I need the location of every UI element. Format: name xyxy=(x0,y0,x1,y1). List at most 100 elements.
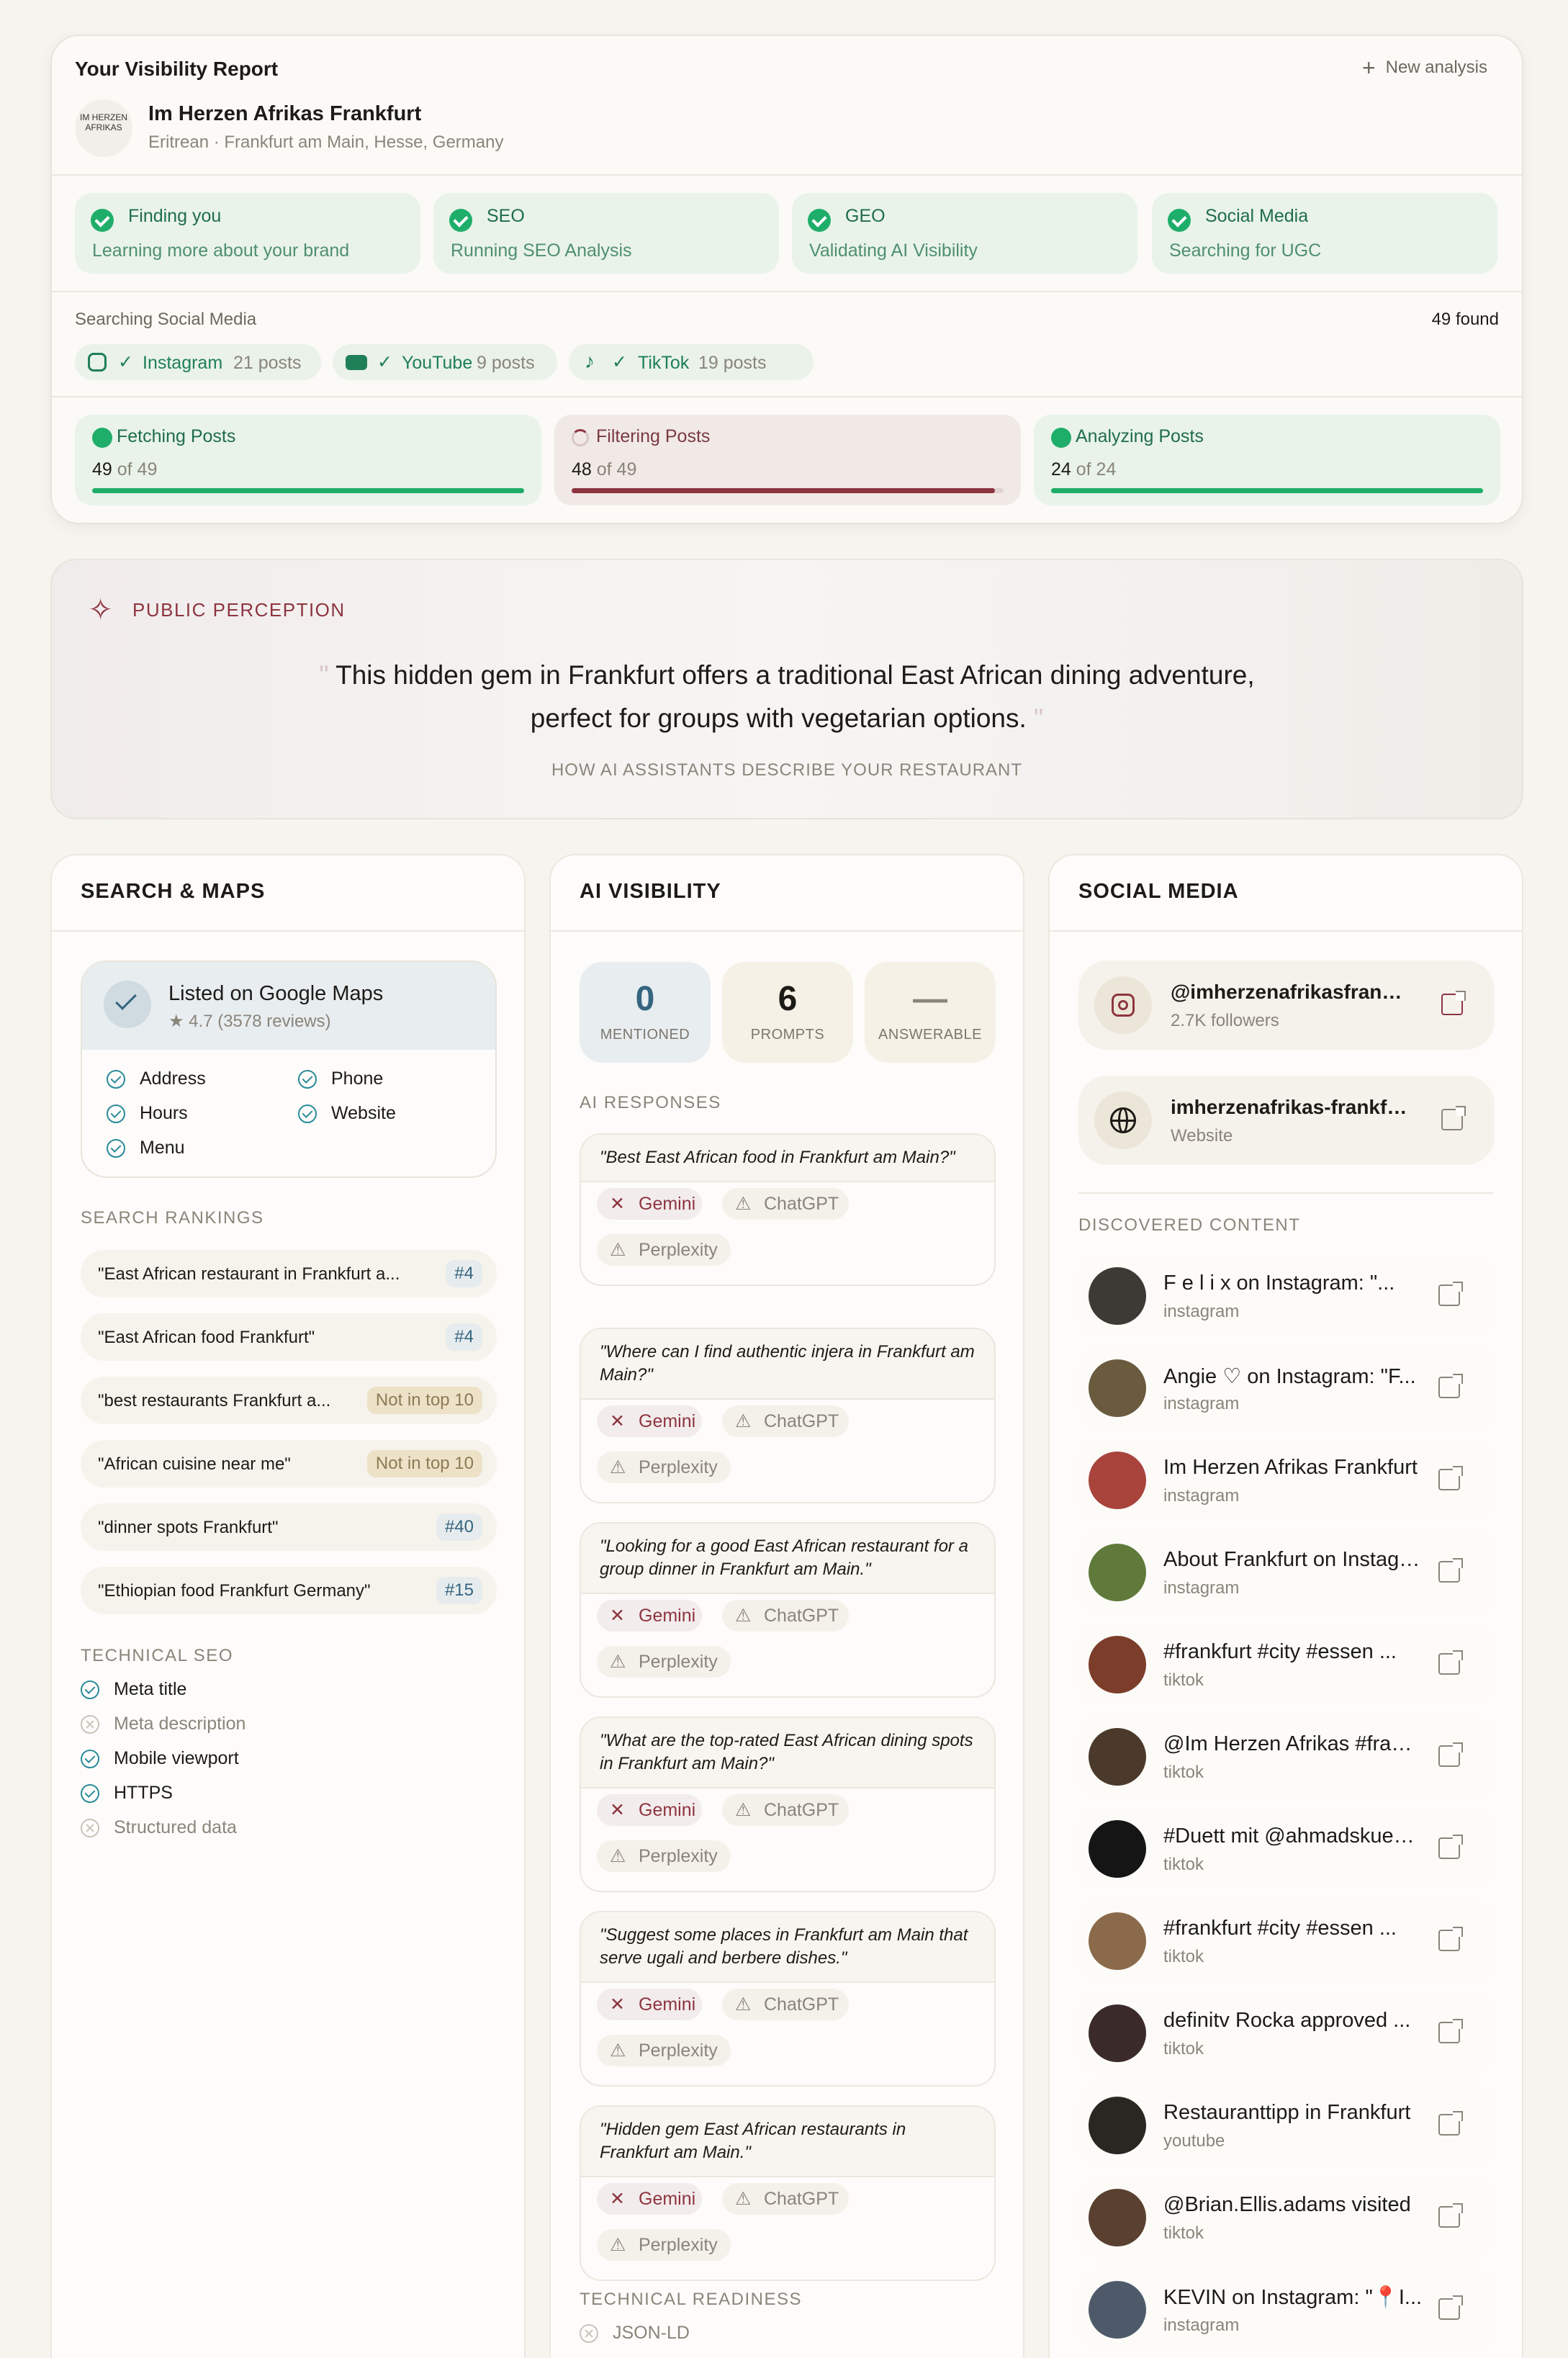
engine-label: Gemini xyxy=(639,1194,696,1214)
ai-response-card[interactable]: "Looking for a good East African restaur… xyxy=(580,1522,996,1698)
content-title: Angie ♡ on Instagram: "F... xyxy=(1163,1365,1416,1388)
ranking-row[interactable]: "East African food Frankfurt" #4 xyxy=(81,1313,497,1361)
maps-item-website: Website xyxy=(331,1103,396,1123)
external-link-icon[interactable] xyxy=(1438,1927,1463,1951)
x-icon: ✕ xyxy=(610,2189,625,2209)
discovered-item[interactable]: Im Herzen Afrikas Frankfurt instagram xyxy=(1078,1440,1495,1521)
progress-total: of 49 xyxy=(596,459,637,480)
external-link-icon[interactable] xyxy=(1441,991,1466,1015)
progress-total: of 24 xyxy=(1076,459,1117,480)
discovered-item[interactable]: KEVIN on Instagram: "📍I... instagram xyxy=(1078,2269,1495,2350)
external-link-icon[interactable] xyxy=(1438,2019,1463,2043)
external-link-icon[interactable] xyxy=(1438,2203,1463,2228)
step-geo: GEO Validating AI Visibility xyxy=(792,193,1137,274)
check-circle-icon xyxy=(81,1750,99,1768)
discovered-item[interactable]: Angie ♡ on Instagram: "F... instagram xyxy=(1078,1348,1495,1428)
ranking-row[interactable]: "best restaurants Frankfurt a... Not in t… xyxy=(81,1377,497,1424)
google-maps-card[interactable]: Listed on Google Maps ★ 4.7 (3578 review… xyxy=(81,960,497,1178)
divider xyxy=(52,396,1522,397)
check-icon xyxy=(92,428,112,448)
content-source: instagram xyxy=(1163,1394,1240,1413)
discovered-item[interactable]: Restauranttipp in Frankfurt youtube xyxy=(1078,2085,1495,2166)
engine-chip: ⚠ ChatGPT xyxy=(722,1600,849,1632)
content-thumbnail xyxy=(1089,2281,1146,2339)
discovered-item[interactable]: About Frankfurt on Instagram instagram xyxy=(1078,1532,1495,1613)
rank-badge: #40 xyxy=(436,1513,482,1541)
discovered-item[interactable]: @Brian.Ellis.adams visited tiktok xyxy=(1078,2177,1495,2258)
check-icon: ✓ xyxy=(612,352,627,372)
ranking-query: "African cuisine near me" xyxy=(98,1454,291,1474)
check-icon xyxy=(449,209,472,232)
platform-youtube[interactable]: ✓ YouTube 9 posts xyxy=(333,344,557,380)
ai-response-card[interactable]: "Hidden gem East African restaurants in … xyxy=(580,2105,996,2281)
discovered-content-label: DISCOVERED CONTENT xyxy=(1078,1215,1301,1235)
ranking-row[interactable]: "East African restaurant in Frankfurt a.… xyxy=(81,1250,497,1297)
warning-icon: ⚠ xyxy=(735,1194,752,1214)
x-circle-icon xyxy=(81,1819,99,1837)
divider xyxy=(1078,1192,1493,1194)
warning-icon: ⚠ xyxy=(610,1240,626,1260)
engine-chip: ⚠ Perplexity xyxy=(597,1840,731,1872)
ai-response-card[interactable]: "What are the top-rated East African din… xyxy=(580,1716,996,1892)
engine-chip: ⚠ ChatGPT xyxy=(722,1405,849,1437)
discovered-item[interactable]: definitv Rocka approved ... tiktok xyxy=(1078,1993,1495,2074)
step-subtitle: Running SEO Analysis xyxy=(451,240,632,261)
perception-quote: " This hidden gem in Frankfurt offers a … xyxy=(52,654,1522,740)
stat-value: — xyxy=(913,980,947,1018)
external-link-icon[interactable] xyxy=(1438,2295,1463,2320)
column-heading: AI VISIBILITY xyxy=(580,880,721,903)
external-link-icon[interactable] xyxy=(1438,1835,1463,1859)
account-sub: 2.7K followers xyxy=(1171,1011,1279,1030)
platform-name: YouTube xyxy=(402,353,473,373)
account-instagram[interactable]: @imherzenafrikasfrankfurt 2.7K followers xyxy=(1078,960,1495,1050)
divider xyxy=(1050,930,1522,932)
warning-icon: ⚠ xyxy=(735,1606,752,1626)
check-icon xyxy=(808,209,831,232)
stat-value: 6 xyxy=(778,980,798,1018)
check-circle-icon xyxy=(107,1139,125,1158)
instagram-icon xyxy=(88,353,107,372)
tech-item: Meta description xyxy=(114,1714,246,1734)
rank-badge: Not in top 10 xyxy=(366,1450,482,1477)
platform-name: Instagram xyxy=(143,353,223,373)
ai-response-prompt: "Looking for a good East African restaur… xyxy=(581,1524,994,1594)
discovered-item[interactable]: #frankfurt #city #essen ... tiktok xyxy=(1078,1901,1495,1981)
warning-icon: ⚠ xyxy=(735,1411,752,1431)
external-link-icon[interactable] xyxy=(1438,1466,1463,1490)
platform-tiktok[interactable]: ♪ ✓ TikTok 19 posts xyxy=(569,344,814,380)
external-link-icon[interactable] xyxy=(1438,1374,1463,1398)
ranking-row[interactable]: "African cuisine near me" Not in top 10 xyxy=(81,1440,497,1488)
progress-done: 49 xyxy=(92,459,112,480)
restaurant-meta: Eritrean · Frankfurt am Main, Hesse, Ger… xyxy=(148,132,504,152)
account-website[interactable]: imherzenafrikas-frankfurt.de Website xyxy=(1078,1076,1495,1165)
x-icon: ✕ xyxy=(610,1606,625,1626)
external-link-icon[interactable] xyxy=(1438,2111,1463,2136)
ai-response-card[interactable]: "Suggest some places in Frankfurt am Mai… xyxy=(580,1911,996,2087)
discovered-item[interactable]: #Duett mit @ahmadskuechen tiktok xyxy=(1078,1809,1495,1889)
external-link-icon[interactable] xyxy=(1438,1558,1463,1583)
ai-response-card[interactable]: "Where can I find authentic injera in Fr… xyxy=(580,1328,996,1503)
ranking-query: "East African food Frankfurt" xyxy=(98,1328,315,1347)
restaurant-logo: IM HERZEN AFRIKAS xyxy=(75,99,132,157)
external-link-icon[interactable] xyxy=(1438,1282,1463,1306)
ai-response-card[interactable]: "Best East African food in Frankfurt am … xyxy=(580,1133,996,1286)
ranking-row[interactable]: "dinner spots Frankfurt" #40 xyxy=(81,1503,497,1551)
external-link-icon[interactable] xyxy=(1438,1650,1463,1675)
discovered-item[interactable]: @Im Herzen Afrikas #frankfurt tiktok xyxy=(1078,1716,1495,1797)
tech-item: HTTPS xyxy=(114,1783,173,1803)
new-analysis-button[interactable]: + New analysis xyxy=(1362,56,1487,79)
progress-title: Fetching Posts xyxy=(117,426,236,446)
ranking-row[interactable]: "Ethiopian food Frankfurt Germany" #15 xyxy=(81,1567,497,1614)
external-link-icon[interactable] xyxy=(1438,1742,1463,1767)
check-circle-icon xyxy=(298,1070,317,1089)
platform-instagram[interactable]: ✓ Instagram 21 posts xyxy=(75,344,321,380)
check-icon xyxy=(91,209,114,232)
content-thumbnail xyxy=(1089,1267,1146,1325)
external-link-icon[interactable] xyxy=(1441,1106,1466,1130)
x-icon: ✕ xyxy=(610,1411,625,1431)
ranking-query: "dinner spots Frankfurt" xyxy=(98,1518,279,1537)
discovered-item[interactable]: F e l i x on Instagram: "... instagram xyxy=(1078,1256,1495,1336)
content-source: youtube xyxy=(1163,2131,1225,2151)
discovered-item[interactable]: #frankfurt #city #essen ... tiktok xyxy=(1078,1624,1495,1705)
engine-label: Perplexity xyxy=(639,1652,718,1672)
